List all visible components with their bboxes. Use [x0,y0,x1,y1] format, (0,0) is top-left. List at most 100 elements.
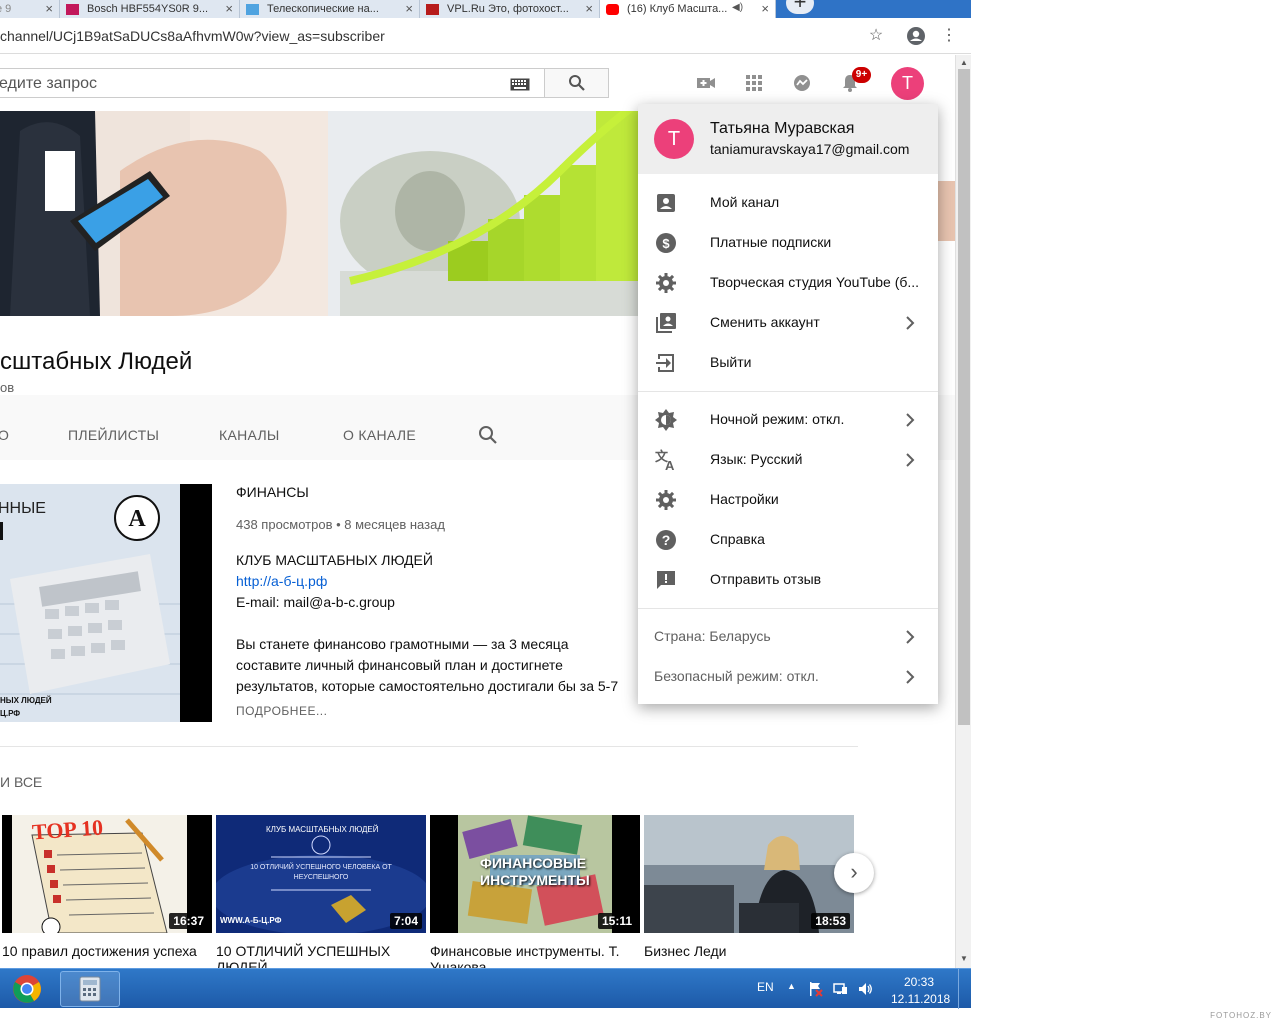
menu-item-my-channel[interactable]: Мой канал [638,183,938,223]
new-tab-button[interactable]: + [786,0,814,14]
video-title[interactable]: Бизнес Леди [644,943,849,968]
tab-label: e 9 [0,3,12,15]
menu-item-label: Страна: Беларусь [654,628,771,644]
taskbar-calculator-button[interactable] [60,971,120,1007]
play-all-button[interactable]: И ВСЕ [0,774,42,790]
speaker-icon[interactable]: ◀) [732,2,743,13]
browser-menu-icon[interactable]: ⋮ [939,26,959,46]
taskbar-chrome-button[interactable] [0,969,55,1009]
language-indicator[interactable]: EN [757,980,774,994]
menu-item-creator-studio[interactable]: Творческая студия YouTube (б... [638,263,938,303]
tab-videos[interactable]: О [0,427,9,443]
search-icon [569,75,585,91]
avatar[interactable]: T [891,67,924,100]
browser-tab-active[interactable]: (16) Клуб Масшта... ◀) × [600,0,776,18]
menu-item-label: Ночной режим: откл. [710,411,845,427]
menu-item-paid-subscriptions[interactable]: $ Платные подписки [638,223,938,263]
keyboard-icon[interactable] [510,78,530,91]
scrollbar[interactable]: ▲ ▼ [955,55,971,968]
search-input[interactable]: едите запрос [0,75,97,93]
bookmark-star-icon[interactable]: ☆ [866,26,886,46]
menu-item-label: Настройки [710,491,779,507]
close-icon[interactable]: × [761,1,769,16]
video-thumbnail[interactable]: ФИНАНСОВЫЕ ИНСТРУМЕНТЫ 15:11 [430,815,640,933]
menu-item-help[interactable]: ? Справка [638,520,938,560]
account-name: Татьяна Муравская [710,120,855,137]
menu-item-sign-out[interactable]: Выйти [638,343,938,383]
create-video-icon[interactable] [692,69,720,97]
close-icon[interactable]: × [585,1,593,16]
account-header: T Татьяна Муравская taniamuravskaya17@gm… [638,104,938,174]
video-thumbnail[interactable]: 18:53 [644,815,854,933]
browser-tab[interactable]: Телескопические на... × [240,0,420,18]
search-icon[interactable] [478,425,498,445]
show-desktop-button[interactable] [958,969,971,1009]
svg-text:?: ? [662,532,671,548]
website-link[interactable]: http://а-б-ц.рф [236,573,327,589]
tab-playlists[interactable]: ПЛЕЙЛИСТЫ [68,427,159,443]
close-icon[interactable]: × [225,1,233,16]
video-title[interactable]: 10 ОТЛИЧИЙ УСПЕШНЫХ ЛЮДЕЙ [216,943,421,968]
featured-video-meta: 438 просмотров • 8 месяцев назад [236,517,445,532]
browser-tab[interactable]: Bosch HBF554YS0R 9... × [60,0,240,18]
channel-title: сштабных Людей [0,348,193,375]
read-more-link[interactable]: ПОДРОБНЕЕ... [236,704,327,718]
tab-channels[interactable]: КАНАЛЫ [219,427,280,443]
close-icon[interactable]: × [45,1,53,16]
profile-icon[interactable] [906,26,926,46]
video-thumbnail[interactable]: TOP 10 16:37 [2,815,212,933]
url-field[interactable]: channel/UCj1B9atSaDUCs8aAfhvmW0w?view_as… [0,28,385,44]
tab-favicon-icon [246,3,259,15]
clock-date[interactable]: 12.11.2018 [891,992,950,1006]
show-hidden-icons-icon[interactable]: ▲ [787,981,803,997]
video-title[interactable]: 10 правил достижения успеха [2,943,207,968]
chrome-icon [13,975,41,1003]
svg-text:A: A [665,458,675,472]
address-bar: channel/UCj1B9atSaDUCs8aAfhvmW0w?view_as… [0,18,971,54]
menu-item-label: Творческая студия YouTube (б... [710,274,920,290]
menu-item-label: Отправить отзыв [710,571,822,587]
menu-item-language[interactable]: 文A Язык: Русский [638,440,938,480]
menu-item-send-feedback[interactable]: Отправить отзыв [638,560,938,600]
thumbnail-caption: НЫХ ЛЮДЕЙ [0,696,52,705]
action-center-flag-icon[interactable] [808,981,824,997]
search-button[interactable] [544,68,609,98]
scrollbar-thumb[interactable] [958,69,970,725]
browser-tab[interactable]: VPL.Ru Это, фотохост... × [420,0,600,18]
tab-label: Телескопические на... [267,3,379,15]
notification-badge: 9+ [852,67,871,83]
search-box[interactable]: едите запрос [0,68,544,98]
video-title[interactable]: Финансовые инструменты. Т. Ушакова [430,943,635,968]
close-icon[interactable]: × [405,1,413,16]
browser-tab[interactable]: e 9 × [0,0,60,18]
tab-about[interactable]: О КАНАЛЕ [343,427,416,443]
chevron-right-icon [906,413,915,427]
menu-item-switch-account[interactable]: Сменить аккаунт [638,303,938,343]
dark-theme-icon [655,409,677,431]
scroll-down-arrow-icon[interactable]: ▼ [960,954,968,963]
menu-item-settings[interactable]: Настройки [638,480,938,520]
video-thumbnail[interactable]: КЛУБ МАСШТАБНЫХ ЛЮДЕЙ 10 ОТЛИЧИЙ УСПЕШНО… [216,815,426,933]
menu-item-label: Безопасный режим: откл. [654,668,819,684]
switch-account-icon [656,313,676,333]
sign-out-icon [656,354,674,372]
network-icon[interactable] [832,981,848,997]
next-arrow-button[interactable]: › [834,853,874,893]
gear-icon [656,490,676,510]
menu-item-country[interactable]: Страна: Беларусь [638,617,938,657]
featured-video-title[interactable]: ФИНАНСЫ [236,484,309,500]
featured-desc-link[interactable]: http://а-б-ц.рф [236,573,327,589]
clock-time[interactable]: 20:33 [904,975,934,989]
channel-subscriber-count: ов [0,380,15,395]
menu-item-label: Справка [710,531,765,547]
featured-video-thumbnail[interactable]: A ННЫЕ НЫХ ЛЮДЕЙ Ц.РФ [0,484,212,722]
apps-grid-icon[interactable] [740,69,768,97]
messages-icon[interactable] [788,69,816,97]
thumbnail-caption: Ц.РФ [0,709,21,718]
menu-item-dark-theme[interactable]: Ночной режим: откл. [638,400,938,440]
browser-tab-strip: e 9 × Bosch HBF554YS0R 9... × Телескопич… [0,0,971,18]
scroll-up-arrow-icon[interactable]: ▲ [960,58,968,67]
menu-item-restricted-mode[interactable]: Безопасный режим: откл. [638,657,938,697]
volume-icon[interactable] [857,981,873,997]
svg-text:$: $ [662,236,670,251]
